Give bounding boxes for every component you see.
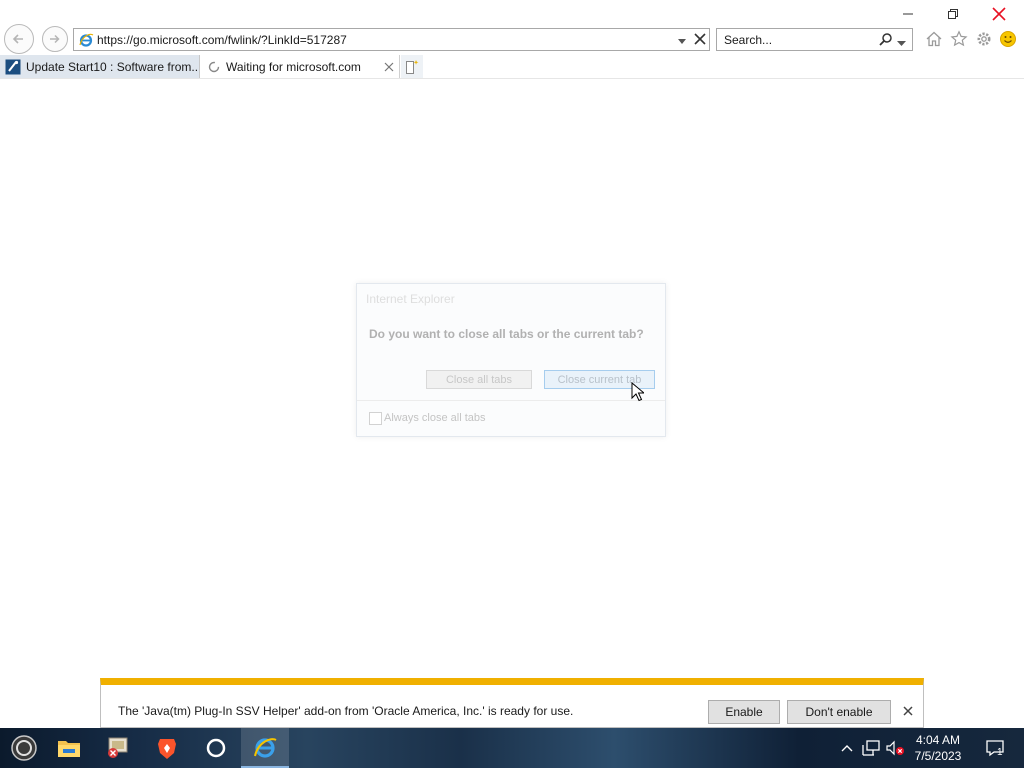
tab-update-start10[interactable]: Update Start10 : Software from... — [0, 55, 200, 78]
taskbar-control-panel[interactable] — [94, 728, 142, 768]
network-icon — [862, 740, 880, 756]
start-icon — [11, 735, 37, 761]
always-close-label: Always close all tabs — [384, 412, 486, 424]
new-tab-icon — [406, 59, 419, 74]
taskbar-file-explorer[interactable] — [45, 728, 93, 768]
dialog-title: Internet Explorer — [366, 292, 455, 306]
forward-button[interactable] — [42, 26, 68, 52]
control-panel-icon — [108, 737, 128, 758]
taskbar-clock[interactable]: 4:04 AM 7/5/2023 — [912, 732, 964, 764]
close-icon — [992, 7, 1006, 21]
tab-waiting-microsoft[interactable]: Waiting for microsoft.com — [200, 55, 400, 78]
chevron-up-icon — [841, 745, 853, 752]
close-tabs-dialog: Internet Explorer Do you want to close a… — [356, 283, 666, 437]
home-icon — [926, 31, 942, 47]
notification-message: The 'Java(tm) Plug-In SSV Helper' add-on… — [118, 704, 574, 718]
favorites-button[interactable] — [948, 28, 970, 50]
address-url[interactable]: https://go.microsoft.com/fwlink/?LinkId=… — [97, 33, 347, 47]
search-dropdown-icon[interactable] — [897, 36, 906, 50]
enable-button[interactable]: Enable — [708, 700, 780, 724]
minimize-button[interactable] — [885, 0, 931, 28]
taskbar: 4:04 AM 7/5/2023 1 — [0, 728, 1024, 768]
new-tab-button[interactable] — [401, 55, 423, 78]
addon-notification-bar: The 'Java(tm) Plug-In SSV Helper' add-on… — [100, 678, 924, 728]
dialog-divider — [357, 400, 665, 401]
tab-strip-divider — [0, 78, 1024, 79]
restore-icon — [948, 9, 958, 19]
dialog-question: Do you want to close all tabs or the cur… — [369, 327, 644, 341]
brave-icon — [158, 739, 176, 759]
search-input[interactable]: Search... — [724, 33, 772, 47]
back-button[interactable] — [4, 24, 34, 54]
action-center-button[interactable]: 1 — [982, 738, 1008, 758]
volume-tray-button[interactable] — [885, 738, 905, 758]
search-icon[interactable] — [878, 32, 893, 50]
restore-button[interactable] — [930, 0, 976, 28]
home-button[interactable] — [923, 28, 945, 50]
chevron-down-icon[interactable] — [677, 35, 687, 49]
tab-close-icon[interactable] — [384, 61, 394, 75]
show-hidden-icons-button[interactable] — [837, 738, 857, 758]
cortana-icon — [206, 738, 226, 758]
taskbar-cortana[interactable] — [192, 728, 240, 768]
loading-spinner-icon — [208, 61, 220, 73]
star-icon — [950, 30, 968, 47]
network-tray-button[interactable] — [861, 738, 881, 758]
smiley-icon — [1000, 31, 1016, 47]
internet-explorer-icon — [78, 32, 94, 51]
notification-close-icon[interactable] — [903, 705, 913, 719]
feedback-button[interactable] — [997, 28, 1019, 50]
minimize-icon — [903, 13, 913, 15]
tab-label: Update Start10 : Software from... — [26, 59, 200, 74]
internet-explorer-icon — [254, 738, 277, 758]
window-close-button[interactable] — [976, 0, 1022, 28]
clock-time: 4:04 AM — [915, 733, 961, 747]
close-all-tabs-button[interactable]: Close all tabs — [426, 370, 532, 389]
stop-button[interactable] — [694, 33, 706, 48]
clock-date: 7/5/2023 — [914, 749, 962, 763]
arrow-left-icon — [12, 34, 23, 44]
address-bar[interactable]: https://go.microsoft.com/fwlink/?LinkId=… — [73, 28, 710, 51]
search-box[interactable]: Search... — [716, 28, 913, 51]
taskbar-internet-explorer[interactable] — [241, 728, 289, 768]
stop-icon — [694, 33, 706, 45]
mouse-cursor-icon — [631, 381, 646, 405]
arrow-right-icon — [50, 34, 60, 44]
start-button[interactable] — [0, 728, 48, 768]
site-favicon-icon — [5, 59, 21, 75]
gear-icon — [977, 32, 991, 46]
speaker-muted-icon — [886, 740, 904, 756]
dont-enable-button[interactable]: Don't enable — [787, 700, 891, 724]
notification-count: 1 — [997, 747, 1003, 758]
tools-button[interactable] — [973, 28, 995, 50]
file-explorer-icon — [58, 741, 80, 757]
taskbar-brave[interactable] — [143, 728, 191, 768]
always-close-checkbox[interactable] — [369, 412, 382, 425]
tab-label: Waiting for microsoft.com — [226, 59, 361, 74]
